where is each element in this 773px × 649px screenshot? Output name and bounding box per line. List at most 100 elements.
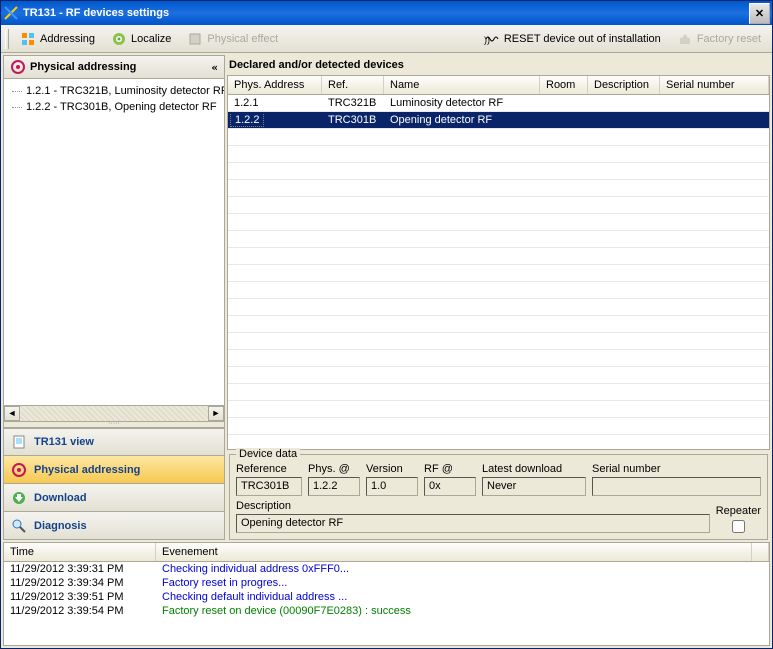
- close-button[interactable]: ✕: [749, 3, 770, 24]
- grid-header: Phys. Address Ref. Name Room Description…: [228, 76, 769, 95]
- log-message: Checking default individual address ...: [156, 591, 769, 603]
- col-ref[interactable]: Ref.: [322, 76, 384, 94]
- magnifier-icon: [10, 518, 28, 534]
- right-column: Declared and/or detected devices Phys. A…: [227, 55, 770, 540]
- col-name[interactable]: Name: [384, 76, 540, 94]
- physical-effect-button[interactable]: Physical effect: [180, 28, 285, 50]
- tr131-view-label: TR131 view: [34, 436, 94, 448]
- scroll-left-button[interactable]: ◄: [4, 406, 20, 421]
- table-row-empty: [228, 129, 769, 146]
- log-time: 11/29/2012 3:39:31 PM: [4, 563, 156, 575]
- table-row-empty: [228, 180, 769, 197]
- diagnosis-tab[interactable]: Diagnosis: [3, 512, 225, 540]
- reference-label: Reference: [236, 463, 302, 475]
- log-col-event[interactable]: Evenement: [156, 543, 752, 561]
- table-row[interactable]: 1.2.2TRC301BOpening detector RF: [228, 112, 769, 129]
- col-serial[interactable]: Serial number: [660, 76, 769, 94]
- table-row-empty: [228, 146, 769, 163]
- table-cell: TRC301B: [322, 114, 384, 126]
- window-title: TR131 - RF devices settings: [23, 7, 749, 19]
- addressing-label: Addressing: [40, 33, 95, 45]
- description-label: Description: [236, 500, 710, 512]
- scroll-track[interactable]: [20, 406, 208, 421]
- page-icon: [10, 434, 28, 450]
- toolbar-drag-handle[interactable]: [5, 29, 9, 49]
- table-row-empty: [228, 384, 769, 401]
- log-row[interactable]: 11/29/2012 3:39:34 PMFactory reset in pr…: [4, 576, 769, 590]
- table-row-empty: [228, 316, 769, 333]
- signal-icon: )): [484, 31, 500, 47]
- table-row-empty: [228, 299, 769, 316]
- log-message: Checking individual address 0xFFF0...: [156, 563, 769, 575]
- toolbar: Addressing Localize Physical effect )) R…: [1, 25, 772, 53]
- chevron-left-icon[interactable]: «: [211, 61, 218, 74]
- version-label: Version: [366, 463, 418, 475]
- table-row-empty: [228, 367, 769, 384]
- col-phys-address[interactable]: Phys. Address: [228, 76, 322, 94]
- localize-icon: [111, 31, 127, 47]
- tr131-view-tab[interactable]: TR131 view: [3, 428, 225, 456]
- phys-label: Phys. @: [308, 463, 360, 475]
- target-icon: [10, 462, 28, 478]
- grid-title: Declared and/or detected devices: [227, 55, 770, 75]
- download-tab[interactable]: Download: [3, 484, 225, 512]
- sidebar-title: Physical addressing: [30, 61, 136, 73]
- log-header: Time Evenement: [4, 543, 769, 562]
- repeater-label: Repeater: [716, 505, 761, 517]
- physical-addressing-label: Physical addressing: [34, 464, 140, 476]
- table-row-empty: [228, 231, 769, 248]
- tree-item[interactable]: 1.2.1 - TRC321B, Luminosity detector RF: [8, 83, 220, 99]
- table-cell: 1.2.1: [228, 97, 322, 109]
- upper-row: Physical addressing « 1.2.1 - TRC321B, L…: [3, 55, 770, 540]
- log-message: Factory reset in progres...: [156, 577, 769, 589]
- table-cell: TRC321B: [322, 97, 384, 109]
- devices-grid[interactable]: Phys. Address Ref. Name Room Description…: [227, 75, 770, 450]
- table-row-empty: [228, 163, 769, 180]
- diagnosis-label: Diagnosis: [34, 520, 87, 532]
- log-col-spacer: [752, 543, 769, 561]
- log-row[interactable]: 11/29/2012 3:39:31 PMChecking individual…: [4, 562, 769, 576]
- tree-item[interactable]: 1.2.2 - TRC301B, Opening detector RF: [8, 99, 220, 115]
- device-data-legend: Device data: [236, 448, 300, 460]
- log-message: Factory reset on device (00090F7E0283) :…: [156, 605, 769, 617]
- table-row[interactable]: 1.2.1TRC321BLuminosity detector RF: [228, 95, 769, 112]
- description-field: Opening detector RF: [236, 514, 710, 533]
- col-room[interactable]: Room: [540, 76, 588, 94]
- table-row-empty: [228, 214, 769, 231]
- factory-reset-icon: [677, 31, 693, 47]
- sidebar-header[interactable]: Physical addressing «: [3, 55, 225, 79]
- repeater-checkbox[interactable]: [732, 520, 745, 533]
- table-cell: 1.2.2: [228, 114, 322, 127]
- svg-text:)): )): [484, 35, 490, 45]
- table-row-empty: [228, 265, 769, 282]
- latest-field: Never: [482, 477, 586, 496]
- device-tree[interactable]: 1.2.1 - TRC321B, Luminosity detector RF …: [3, 79, 225, 406]
- table-row-empty: [228, 350, 769, 367]
- factory-reset-button[interactable]: Factory reset: [670, 28, 768, 50]
- log-time: 11/29/2012 3:39:34 PM: [4, 577, 156, 589]
- log-time: 11/29/2012 3:39:54 PM: [4, 605, 156, 617]
- table-row-empty: [228, 248, 769, 265]
- log-row[interactable]: 11/29/2012 3:39:54 PMFactory reset on de…: [4, 604, 769, 618]
- reset-out-button[interactable]: )) RESET device out of installation: [477, 28, 668, 50]
- scroll-right-button[interactable]: ►: [208, 406, 224, 421]
- grid-body[interactable]: 1.2.1TRC321BLuminosity detector RF1.2.2T…: [228, 95, 769, 449]
- table-row-empty: [228, 401, 769, 418]
- latest-label: Latest download: [482, 463, 586, 475]
- serial-field: [592, 477, 761, 496]
- localize-button[interactable]: Localize: [104, 28, 178, 50]
- left-column: Physical addressing « 1.2.1 - TRC321B, L…: [3, 55, 225, 540]
- settings-window: TR131 - RF devices settings ✕ Addressing…: [0, 0, 773, 649]
- table-cell: Opening detector RF: [384, 114, 540, 126]
- addressing-button[interactable]: Addressing: [13, 28, 102, 50]
- log-row[interactable]: 11/29/2012 3:39:51 PMChecking default in…: [4, 590, 769, 604]
- reset-out-label: RESET device out of installation: [504, 33, 661, 45]
- log-time: 11/29/2012 3:39:51 PM: [4, 591, 156, 603]
- download-icon: [10, 490, 28, 506]
- col-description[interactable]: Description: [588, 76, 660, 94]
- log-body[interactable]: 11/29/2012 3:39:31 PMChecking individual…: [4, 562, 769, 645]
- log-col-time[interactable]: Time: [4, 543, 156, 561]
- reference-field: TRC301B: [236, 477, 302, 496]
- physical-addressing-tab[interactable]: Physical addressing: [3, 456, 225, 484]
- table-row-empty: [228, 333, 769, 350]
